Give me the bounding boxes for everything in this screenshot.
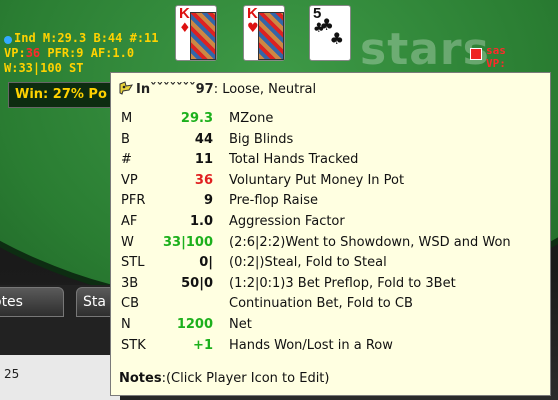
stat-key: CB	[121, 296, 139, 312]
club-pips-icon: ♣ ♣	[319, 15, 344, 48]
stat-key: 3B	[121, 275, 139, 291]
stat-description: Voluntary Put Money In Pot	[229, 172, 405, 188]
hud-line-2-rest: PFR:9 AF:1.0	[40, 46, 135, 60]
stat-value: 44	[194, 131, 213, 147]
hud-line-2: VP:36 PFR:9 AF:1.0	[4, 46, 159, 61]
stat-row: #11 Total Hands Tracked	[111, 150, 550, 170]
stat-row: PFR 9 Pre-flop Raise	[111, 191, 550, 211]
stat-key: VP	[121, 172, 138, 188]
stat-row: 3B 50|0 (1:2|0:1)3 Bet Preflop, Fold to 3B…	[111, 274, 550, 294]
heart-icon: ♥	[247, 21, 259, 36]
stat-row: AF 1.0 Aggression Factor	[111, 212, 550, 232]
stat-key: M	[121, 111, 133, 126]
stat-description: Net	[229, 317, 252, 332]
stat-key: PFR	[121, 193, 146, 209]
player-type-icon[interactable]	[119, 81, 133, 95]
card-rank: K	[179, 5, 190, 22]
stat-description: Pre-flop Raise	[229, 193, 318, 209]
stat-description: Hands Won/Lost in a Row	[229, 337, 393, 353]
stat-row: W 33|100 (2:6|2:2)Went to Showdown, WSD an…	[111, 233, 550, 253]
stat-key: STK	[121, 337, 146, 353]
stat-value: 11	[194, 152, 213, 168]
board-card-1: K ♦	[175, 5, 217, 61]
card-rank: K	[247, 5, 258, 22]
hud-sas-line-2: VP:	[486, 57, 506, 70]
log-value: 25	[4, 367, 20, 381]
player-name: Inˇˇˇˇˇˇˇ97	[136, 82, 214, 97]
stat-description: MZone	[229, 111, 274, 126]
hud-vp-label: VP:	[4, 46, 26, 60]
stat-key: W	[121, 234, 134, 250]
stat-description: Total Hands Tracked	[229, 152, 359, 168]
notes-row[interactable]: Notes:(Click Player Icon to Edit)	[119, 371, 329, 386]
stat-value: 50|0	[181, 275, 213, 291]
stat-value: +1	[193, 337, 213, 353]
notes-text: :(Click Player Icon to Edit)	[161, 371, 330, 386]
stat-value: 29.3	[180, 111, 213, 126]
stat-row: VP 36 Voluntary Put Money In Pot	[111, 171, 550, 191]
stat-description: Aggression Factor	[229, 214, 345, 229]
win-percentage-box: Win: 27% Po	[8, 82, 120, 108]
face-card-art	[258, 12, 284, 60]
hud-ind[interactable]: Ind M:29.3 B:44 #:11 VP:36 PFR:9 AF:1.0 …	[0, 30, 163, 77]
stat-value: 33|100	[163, 234, 213, 250]
stat-row: CB Continuation Bet, Fold to CB	[111, 294, 550, 314]
stat-value: 1.0	[189, 214, 213, 229]
stat-description: (1:2|0:1)3 Bet Preflop, Fold to 3Bet	[229, 275, 456, 291]
stat-value: 1200	[176, 317, 213, 332]
stat-row: N 1200 Net	[111, 315, 550, 335]
log-area: 25	[0, 355, 120, 400]
diamond-icon: ♦	[179, 21, 191, 36]
popup-header: Inˇˇˇˇˇˇˇ97: Loose, Neutral	[119, 81, 316, 101]
stat-row: STL 0| (0:2|)Steal, Fold to Steal	[111, 253, 550, 273]
stat-row: M 29.3 MZone	[111, 109, 550, 129]
notes-label: Notes	[119, 371, 162, 386]
board-card-3: 5 ♣ ♣ ♣	[309, 5, 351, 61]
stat-row: B 44 Big Blinds	[111, 130, 550, 150]
stat-value: 0|	[199, 255, 213, 271]
board-card-2: K ♥	[243, 5, 285, 61]
stat-key: AF	[121, 214, 138, 229]
hud-vp-value: 36	[25, 46, 41, 60]
stat-key: STL	[121, 255, 145, 271]
stat-key: N	[121, 317, 131, 332]
stat-key: B	[121, 131, 130, 147]
tab-notes[interactable]: otes	[0, 287, 64, 317]
stat-value: 9	[203, 193, 213, 209]
hud-sas-line-1: sas	[486, 44, 506, 57]
stat-value: 36	[194, 172, 213, 188]
stat-key: #	[121, 152, 132, 168]
stat-row: STK +1 Hands Won/Lost in a Row	[111, 336, 550, 356]
hud-stats-popup: Inˇˇˇˇˇˇˇ97: Loose, Neutral M 29.3 MZone B 4…	[110, 72, 551, 396]
stat-description: (2:6|2:2)Went to Showdown, WSD and Won	[229, 234, 511, 250]
face-card-art	[190, 12, 216, 60]
stat-description: (0:2|)Steal, Fold to Steal	[229, 255, 387, 271]
stat-description: Continuation Bet, Fold to CB	[229, 296, 413, 312]
stat-description: Big Blinds	[229, 131, 294, 147]
hud-line-1: Ind M:29.3 B:44 #:11	[14, 31, 159, 45]
player-type: : Loose, Neutral	[213, 82, 317, 97]
